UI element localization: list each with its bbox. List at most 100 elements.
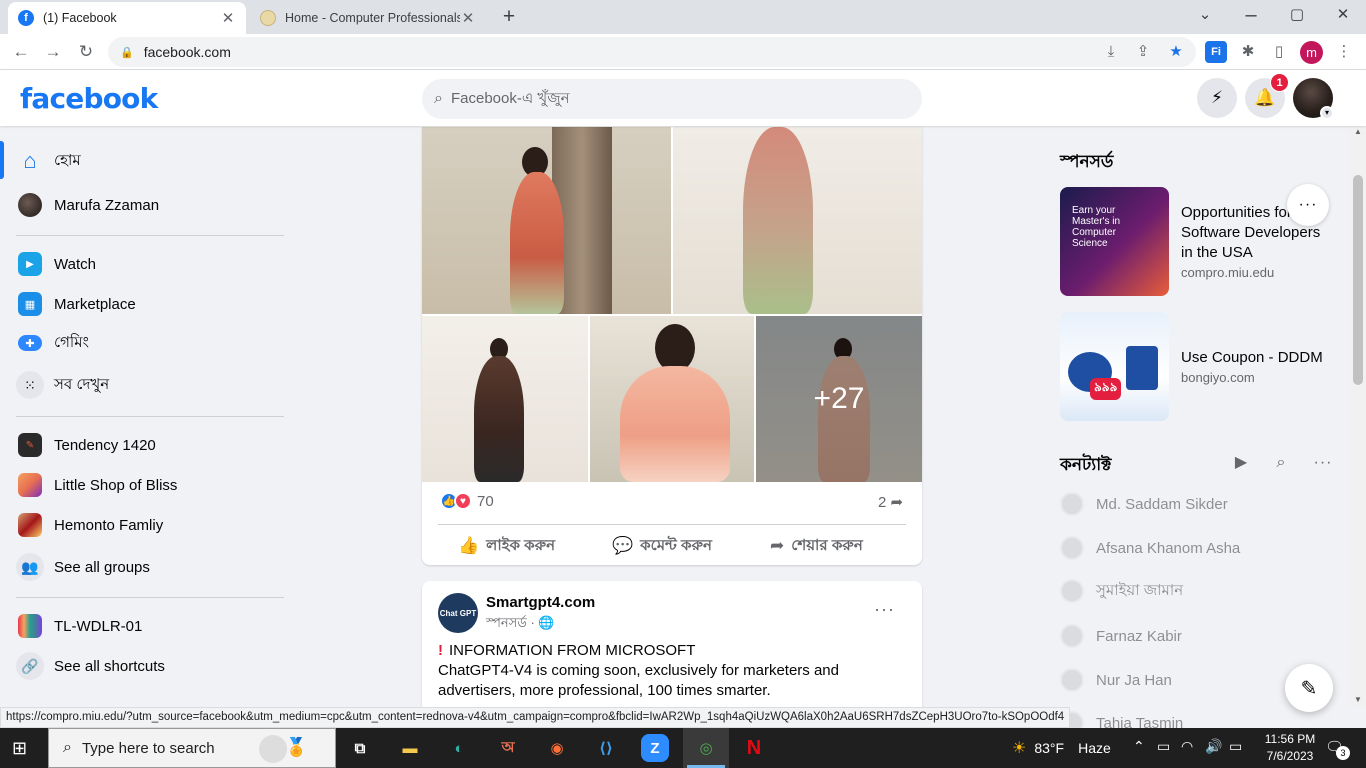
browser-menu-icon[interactable]: ⋮ [1333, 41, 1355, 63]
sidebar-item-see-all-groups[interactable]: 👥 See all groups [12, 547, 288, 587]
taskbar-clock[interactable]: 11:56 PM 7/6/2023 [1255, 731, 1325, 765]
lock-icon[interactable]: 🔒 [120, 46, 134, 59]
vscode-icon[interactable]: ⟨⟩ [592, 734, 620, 762]
volume-icon[interactable]: 🔊 [1205, 738, 1222, 755]
new-message-button[interactable]: ✎ [1285, 664, 1333, 712]
windows-start-icon[interactable]: ⊞ [12, 738, 27, 759]
tab-search-icon[interactable]: ⌄ [1191, 4, 1219, 26]
page-name[interactable]: Smartgpt4.com [486, 594, 595, 611]
sidebar-item-shortcut-tl-wdlr[interactable]: TL-WDLR-01 [12, 606, 288, 646]
sidebar-item-profile[interactable]: Marufa Zzaman [12, 185, 288, 225]
reload-icon[interactable]: ↻ [73, 40, 99, 64]
close-icon[interactable]: ✕ [460, 9, 476, 27]
sidebar-item-marketplace[interactable]: ▦ Marketplace [12, 284, 288, 324]
search-highlight-icon [259, 735, 287, 763]
contact-item[interactable]: Nur Ja Han [1060, 665, 1172, 695]
minimize-icon[interactable]: – [1237, 4, 1265, 26]
tab-computer-professionals[interactable]: Home - Computer Professionals ✕ [250, 2, 486, 34]
netflix-icon[interactable]: N [740, 734, 768, 762]
contact-item[interactable]: সুমাইয়া জামান [1060, 576, 1183, 606]
bookmark-star-icon[interactable]: ★ [1165, 41, 1187, 63]
search-icon[interactable]: ⌕ [1269, 452, 1293, 474]
scroll-thumb[interactable] [1353, 175, 1363, 385]
address-bar[interactable]: 🔒 facebook.com [108, 37, 1196, 67]
home-icon: ⌂ [23, 148, 37, 173]
post-photo-4[interactable] [590, 316, 754, 482]
love-reaction-icon: ♥ [454, 492, 472, 510]
scroll-up-icon[interactable]: ▲ [1354, 127, 1362, 136]
tab-facebook[interactable]: f (1) Facebook ✕ [8, 2, 246, 34]
chrome-icon[interactable]: ◎ [692, 734, 720, 762]
post-photo-1[interactable] [422, 127, 671, 314]
avatar [18, 193, 42, 217]
ad-image: ৯৯৯ [1060, 312, 1169, 421]
comment-button[interactable]: 💬 কমেন্ট করুন [612, 532, 712, 560]
scroll-down-icon[interactable]: ▼ [1354, 695, 1362, 704]
grid-icon: ⁙ [16, 371, 44, 399]
task-view-icon[interactable]: ⧉ [346, 734, 374, 762]
sidebar-item-label: Tendency 1420 [54, 436, 156, 454]
edge-icon[interactable]: ◐ [445, 734, 473, 762]
contacts-more-icon[interactable]: ··· [1311, 452, 1335, 474]
device-icon[interactable]: ▭ [1157, 738, 1170, 755]
marketplace-icon: ▦ [18, 292, 42, 316]
sidebar-item-see-all-shortcuts[interactable]: 🔗 See all shortcuts [12, 646, 288, 686]
zoom-icon[interactable]: Z [641, 734, 669, 762]
restore-icon[interactable]: ▢ [1283, 4, 1311, 26]
more-photos-overlay[interactable]: +27 [756, 316, 922, 482]
ad-item-bongiyo[interactable]: ৯৯৯ Use Coupon - DDDM bongiyo.com [1060, 312, 1330, 422]
page-scrollbar[interactable]: ▲ ▼ [1350, 127, 1366, 707]
post-photo-3[interactable] [422, 316, 588, 482]
sidebar-item-label: Marketplace [54, 295, 136, 313]
action-center-badge: 3 [1336, 746, 1350, 760]
contacts-heading: কনট্যাক্ট [1060, 455, 1112, 474]
facebook-logo[interactable]: facebook [20, 82, 158, 115]
contact-avatar [1060, 624, 1084, 648]
tray-chevron-up-icon[interactable]: ⌃ [1133, 738, 1145, 755]
contact-item[interactable]: Afsana Khanom Asha [1060, 533, 1240, 563]
share-button[interactable]: ➦ শেয়ার করুন [770, 532, 863, 560]
forward-icon[interactable]: → [40, 40, 66, 64]
messenger-button[interactable]: ⚡ [1197, 78, 1237, 118]
sidebar-item-group-tendency[interactable]: ✎ Tendency 1420 [12, 425, 288, 465]
post-photo-2[interactable] [673, 127, 922, 314]
like-button[interactable]: 👍 লাইক করুন [458, 532, 555, 560]
status-bar-url: https://compro.miu.edu/?utm_source=faceb… [0, 707, 1071, 728]
sidebar-item-watch[interactable]: ▶ Watch [12, 244, 288, 284]
sidebar-item-see-all[interactable]: ⁙ সব দেখুন [12, 365, 288, 405]
battery-icon[interactable]: ▭ [1229, 738, 1242, 755]
file-explorer-icon[interactable]: ▬ [396, 734, 424, 762]
back-icon[interactable]: ← [8, 40, 34, 64]
firefox-icon[interactable]: ◉ [543, 734, 571, 762]
weather-widget[interactable]: ☀ 83°F Haze [1012, 738, 1111, 758]
side-panel-icon[interactable]: ▯ [1268, 41, 1290, 63]
contact-avatar [1060, 668, 1084, 692]
chevron-down-icon[interactable]: ▾ [1320, 106, 1334, 120]
facebook-search-input[interactable]: ⌕ Facebook-এ খুঁজুন [422, 79, 922, 119]
share-count[interactable]: 2 ➦ [878, 493, 903, 511]
contact-item[interactable]: Md. Saddam Sikder [1060, 489, 1228, 519]
reaction-summary[interactable]: 👍 ♥ 70 [440, 492, 494, 510]
contact-item[interactable]: Farnaz Kabir [1060, 621, 1182, 651]
install-app-icon[interactable]: ⤓ [1100, 41, 1122, 63]
compose-icon: ✎ [1300, 677, 1318, 700]
video-call-icon[interactable]: ▶ [1229, 452, 1253, 474]
page-avatar[interactable]: Chat GPT [438, 593, 478, 633]
sidebar-item-group-little-shop[interactable]: Little Shop of Bliss [12, 465, 288, 505]
sidebar-item-group-hemonto[interactable]: Hemonto Famliy [12, 505, 288, 545]
extension-fi-icon[interactable]: Fi [1205, 41, 1227, 63]
browser-profile-avatar[interactable]: m [1300, 41, 1323, 64]
post-options-button[interactable]: ··· [874, 599, 895, 620]
share-icon[interactable]: ⇪ [1132, 41, 1154, 63]
new-tab-button[interactable]: + [498, 6, 520, 28]
extensions-puzzle-icon[interactable]: ✱ [1237, 41, 1259, 63]
close-icon[interactable]: ✕ [220, 9, 236, 27]
contact-name: সুমাইয়া জামান [1096, 581, 1184, 599]
wifi-icon[interactable]: ◠ [1181, 738, 1193, 755]
ad-options-button[interactable]: ··· [1287, 184, 1329, 226]
sidebar-item-gaming[interactable]: ✚ গেমিং [12, 323, 288, 363]
sidebar-item-home[interactable]: ⌂ হোম [12, 141, 288, 181]
window-close-icon[interactable]: ✕ [1329, 4, 1357, 26]
taskbar-search-input[interactable]: ⌕ Type here to search 🏅 [48, 728, 336, 768]
bangla-keyboard-icon[interactable]: অ [494, 734, 522, 762]
